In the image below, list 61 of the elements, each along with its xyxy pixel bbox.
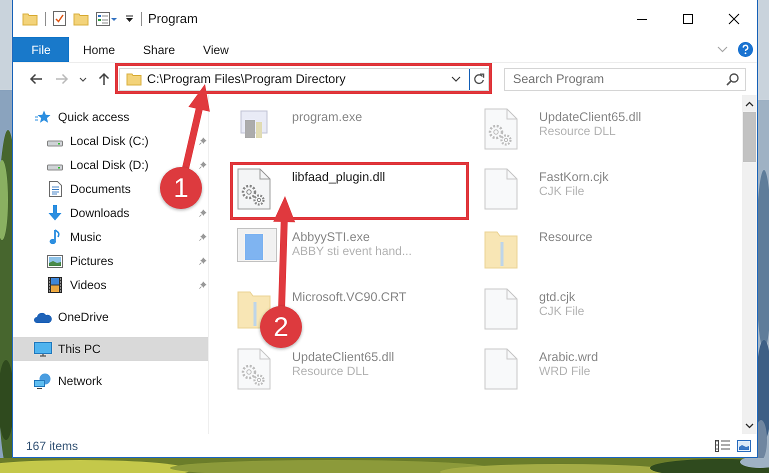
download-icon xyxy=(46,205,64,221)
scrollbar[interactable] xyxy=(742,95,757,434)
folder-icon[interactable] xyxy=(22,12,38,26)
file-type: Resource DLL xyxy=(539,124,617,138)
expand-ribbon-icon[interactable] xyxy=(717,46,728,53)
pin-icon[interactable] xyxy=(199,209,207,217)
document-icon xyxy=(46,181,64,197)
file-icon[interactable] xyxy=(484,288,518,330)
settings-file-icon[interactable] xyxy=(237,168,271,210)
search-field[interactable]: Search Program xyxy=(504,68,746,90)
nav-item[interactable]: Quick access xyxy=(58,110,130,124)
window-app-icon[interactable] xyxy=(237,228,277,262)
nav-item[interactable]: Pictures xyxy=(70,254,114,268)
film-icon xyxy=(46,277,64,293)
nav-item[interactable]: OneDrive xyxy=(58,310,109,324)
ribbon-tab[interactable]: View xyxy=(189,37,243,62)
pin-icon[interactable] xyxy=(199,161,207,169)
pin-icon[interactable] xyxy=(199,257,207,265)
help-icon[interactable] xyxy=(738,42,753,57)
nav-item[interactable]: Local Disk (D:) xyxy=(70,158,149,172)
folder-icon[interactable] xyxy=(73,12,89,26)
search-icon[interactable] xyxy=(726,72,739,86)
file-type: CJK File xyxy=(539,184,586,198)
checklist-icon[interactable] xyxy=(53,11,66,26)
settings-file-icon[interactable] xyxy=(484,108,518,150)
nav-item[interactable]: This PC xyxy=(58,342,101,356)
file-type: Resource DLL xyxy=(292,364,370,378)
file-icon[interactable] xyxy=(484,168,518,210)
cloud-icon xyxy=(34,312,52,322)
scroll-thumb[interactable] xyxy=(743,112,756,162)
pin-icon[interactable] xyxy=(199,281,207,289)
file-type: WRD File xyxy=(539,364,592,378)
address-bar[interactable]: C:\Program Files\Program Directory xyxy=(119,68,489,90)
nav-item[interactable]: Network xyxy=(58,374,102,388)
monitor-icon xyxy=(34,342,52,356)
window-title: Program xyxy=(148,11,198,26)
ribbon-tab[interactable]: Share xyxy=(129,37,190,62)
file-type: ABBY sti event hand... xyxy=(292,244,413,258)
network-icon xyxy=(34,373,52,389)
nav-item[interactable]: Music xyxy=(70,230,102,244)
dropdown-icon[interactable] xyxy=(125,14,134,22)
file-icon[interactable] xyxy=(484,348,518,390)
settings-file-icon[interactable] xyxy=(237,348,271,390)
address-path: C:\Program Files\Program Directory xyxy=(147,72,346,86)
file-tab[interactable]: File xyxy=(13,37,69,62)
details-view-icon[interactable] xyxy=(715,440,731,452)
nav-item[interactable]: Local Disk (C:) xyxy=(70,134,149,148)
file-type: CJK File xyxy=(539,304,586,318)
ribbon-tab[interactable]: Home xyxy=(69,37,130,62)
pin-icon[interactable] xyxy=(199,233,207,241)
nav-item[interactable]: Downloads xyxy=(70,206,130,220)
nav-item[interactable]: Videos xyxy=(70,278,106,292)
pin-icon[interactable] xyxy=(199,137,207,145)
thumbnail-view-icon[interactable] xyxy=(737,440,751,452)
item-count: 167 items xyxy=(26,438,78,452)
picture-icon xyxy=(46,254,64,268)
folder-icon xyxy=(126,72,142,86)
nav-item[interactable]: Documents xyxy=(70,182,131,196)
properties-icon[interactable] xyxy=(96,12,118,26)
file-name[interactable]: libfaad_plugin.dll xyxy=(292,170,480,184)
star-icon xyxy=(34,110,52,124)
